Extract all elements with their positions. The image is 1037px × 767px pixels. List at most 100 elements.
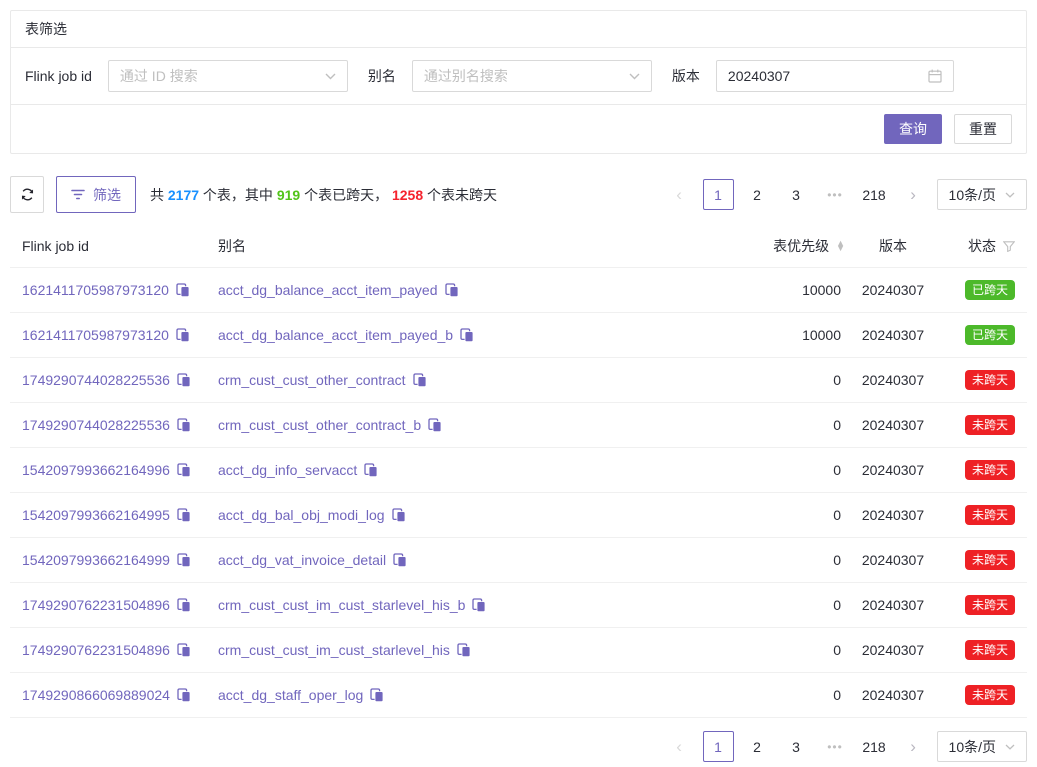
copy-icon[interactable] bbox=[472, 598, 486, 612]
column-header-priority[interactable]: 表优先级 ▲▼ bbox=[673, 236, 845, 256]
page-size-select[interactable]: 10条/页 bbox=[937, 731, 1027, 762]
pagination-page-2[interactable]: 2 bbox=[742, 179, 773, 210]
job-id-link[interactable]: 1621411705987973120 bbox=[22, 327, 169, 343]
table-row: 1749290866069889024 acct_dg_staff_oper_l… bbox=[10, 673, 1027, 718]
copy-icon[interactable] bbox=[445, 283, 459, 297]
flink-job-id-select[interactable]: 通过 ID 搜索 bbox=[108, 60, 348, 92]
copy-icon[interactable] bbox=[177, 508, 191, 522]
alias-link[interactable]: crm_cust_cust_im_cust_starlevel_his_b bbox=[218, 597, 465, 613]
priority-cell: 0 bbox=[673, 507, 845, 523]
pagination-page-3[interactable]: 3 bbox=[781, 731, 812, 762]
filter-card: 表筛选 Flink job id 通过 ID 搜索 别名 通过别名搜索 版本 bbox=[10, 10, 1027, 154]
pagination-page-3[interactable]: 3 bbox=[781, 179, 812, 210]
alias-link[interactable]: crm_cust_cust_other_contract_b bbox=[218, 417, 421, 433]
job-id-link[interactable]: 1749290866069889024 bbox=[22, 687, 170, 703]
status-cell: 未跨天 bbox=[941, 640, 1015, 660]
stats-text: 个表已跨天， bbox=[300, 187, 392, 203]
table-body: 1621411705987973120 acct_dg_balance_acct… bbox=[10, 268, 1027, 718]
copy-icon[interactable] bbox=[364, 463, 378, 477]
pagination-next[interactable]: › bbox=[898, 179, 929, 210]
pagination-page-218[interactable]: 218 bbox=[859, 179, 890, 210]
copy-icon[interactable] bbox=[176, 328, 190, 342]
job-id-link[interactable]: 1749290762231504896 bbox=[22, 642, 170, 658]
version-label: 版本 bbox=[672, 66, 700, 86]
alias-cell: acct_dg_vat_invoice_detail bbox=[218, 552, 673, 568]
status-cell: 已跨天 bbox=[941, 280, 1015, 300]
status-cell: 已跨天 bbox=[941, 325, 1015, 345]
stats-text: 个表，其中 bbox=[199, 187, 277, 203]
copy-icon[interactable] bbox=[177, 643, 191, 657]
stats-crossed-count: 919 bbox=[277, 187, 300, 203]
table-row: 1749290744028225536 crm_cust_cust_other_… bbox=[10, 403, 1027, 448]
copy-icon[interactable] bbox=[177, 688, 191, 702]
alias-link[interactable]: acct_dg_bal_obj_modi_log bbox=[218, 507, 385, 523]
status-badge: 已跨天 bbox=[965, 280, 1015, 300]
copy-icon[interactable] bbox=[460, 328, 474, 342]
pagination-pages: ‹ 123 ••• 218 › bbox=[664, 731, 937, 762]
copy-icon[interactable] bbox=[176, 283, 190, 297]
chevron-down-icon bbox=[1005, 192, 1015, 198]
pagination-prev[interactable]: ‹ bbox=[664, 731, 695, 762]
priority-cell: 0 bbox=[673, 552, 845, 568]
alias-link[interactable]: acct_dg_vat_invoice_detail bbox=[218, 552, 386, 568]
alias-placeholder: 通过别名搜索 bbox=[424, 66, 508, 86]
copy-icon[interactable] bbox=[370, 688, 384, 702]
page-size-select[interactable]: 10条/页 bbox=[937, 179, 1027, 210]
copy-icon[interactable] bbox=[393, 553, 407, 567]
field-flink-job-id: Flink job id 通过 ID 搜索 bbox=[25, 60, 348, 92]
copy-icon[interactable] bbox=[177, 373, 191, 387]
alias-cell: crm_cust_cust_im_cust_starlevel_his_b bbox=[218, 597, 673, 613]
alias-link[interactable]: crm_cust_cust_other_contract bbox=[218, 372, 406, 388]
copy-icon[interactable] bbox=[177, 553, 191, 567]
alias-link[interactable]: acct_dg_balance_acct_item_payed bbox=[218, 282, 438, 298]
table-header-row: Flink job id 别名 表优先级 ▲▼ 版本 状态 bbox=[10, 225, 1027, 268]
copy-icon[interactable] bbox=[413, 373, 427, 387]
copy-icon[interactable] bbox=[428, 418, 442, 432]
pagination-page-1[interactable]: 1 bbox=[703, 179, 734, 210]
pagination-ellipsis[interactable]: ••• bbox=[820, 179, 851, 210]
job-id-link[interactable]: 1542097993662164996 bbox=[22, 462, 170, 478]
column-header-flink-job-id: Flink job id bbox=[22, 238, 218, 254]
alias-link[interactable]: acct_dg_info_servacct bbox=[218, 462, 357, 478]
job-id-link[interactable]: 1749290744028225536 bbox=[22, 417, 170, 433]
job-id-cell: 1749290762231504896 bbox=[22, 597, 218, 613]
alias-link[interactable]: acct_dg_staff_oper_log bbox=[218, 687, 363, 703]
copy-icon[interactable] bbox=[177, 598, 191, 612]
pagination-page-2[interactable]: 2 bbox=[742, 731, 773, 762]
job-id-link[interactable]: 1621411705987973120 bbox=[22, 282, 169, 298]
pagination-ellipsis[interactable]: ••• bbox=[820, 731, 851, 762]
job-id-link[interactable]: 1542097993662164995 bbox=[22, 507, 170, 523]
version-cell: 20240307 bbox=[845, 597, 941, 613]
job-id-link[interactable]: 1749290762231504896 bbox=[22, 597, 170, 613]
version-cell: 20240307 bbox=[845, 552, 941, 568]
reset-button[interactable]: 重置 bbox=[954, 114, 1012, 144]
status-cell: 未跨天 bbox=[941, 685, 1015, 705]
job-id-link[interactable]: 1749290744028225536 bbox=[22, 372, 170, 388]
refresh-button[interactable] bbox=[10, 176, 44, 213]
copy-icon[interactable] bbox=[177, 463, 191, 477]
version-date-input[interactable]: 20240307 bbox=[716, 60, 954, 92]
priority-cell: 0 bbox=[673, 372, 845, 388]
pagination-page-218[interactable]: 218 bbox=[859, 731, 890, 762]
priority-cell: 0 bbox=[673, 597, 845, 613]
filter-funnel-icon[interactable] bbox=[1003, 241, 1015, 252]
status-badge: 已跨天 bbox=[965, 325, 1015, 345]
alias-link[interactable]: crm_cust_cust_im_cust_starlevel_his bbox=[218, 642, 450, 658]
pagination-next[interactable]: › bbox=[898, 731, 929, 762]
pagination-page-1[interactable]: 1 bbox=[703, 731, 734, 762]
job-id-link[interactable]: 1542097993662164999 bbox=[22, 552, 170, 568]
copy-icon[interactable] bbox=[177, 418, 191, 432]
status-badge: 未跨天 bbox=[965, 595, 1015, 615]
copy-icon[interactable] bbox=[457, 643, 471, 657]
table-row: 1749290762231504896 crm_cust_cust_im_cus… bbox=[10, 583, 1027, 628]
filter-card-title: 表筛选 bbox=[11, 11, 1026, 48]
query-button[interactable]: 查询 bbox=[884, 114, 942, 144]
version-cell: 20240307 bbox=[845, 417, 941, 433]
filter-toggle-button[interactable]: 筛选 bbox=[56, 176, 136, 213]
alias-link[interactable]: acct_dg_balance_acct_item_payed_b bbox=[218, 327, 453, 343]
pagination-prev[interactable]: ‹ bbox=[664, 179, 695, 210]
sort-carets-icon[interactable]: ▲▼ bbox=[836, 241, 845, 251]
copy-icon[interactable] bbox=[392, 508, 406, 522]
stats-total-count: 2177 bbox=[168, 187, 199, 203]
alias-select[interactable]: 通过别名搜索 bbox=[412, 60, 652, 92]
